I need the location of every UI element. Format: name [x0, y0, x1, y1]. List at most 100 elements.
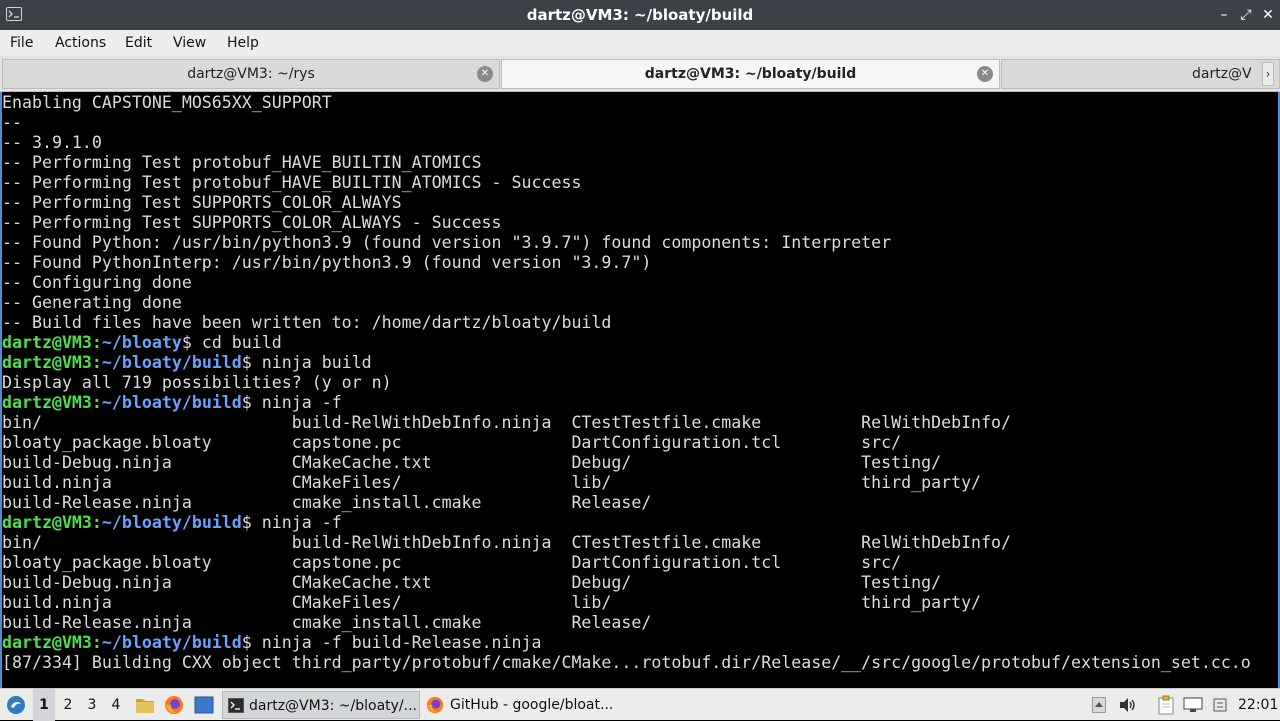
terminal-prompt-line: dartz@VM3:~/bloaty/build$ ninja -f — [2, 513, 1251, 533]
terminal-output: Enabling CAPSTONE_MOS65XX_SUPPORT -- -- 3.… — [2, 93, 1251, 673]
prompt-separator: : — [91, 633, 102, 652]
task-label: dartz@VM3: ~/bloaty/... — [249, 698, 417, 714]
terminal-line: -- Found PythonInterp: /usr/bin/python3.… — [2, 253, 652, 272]
prompt-command: $ cd build — [181, 333, 282, 352]
workspace-4[interactable]: 4 — [105, 689, 127, 721]
maximize-icon: ⤢ — [1240, 7, 1252, 23]
power-button[interactable] — [1212, 689, 1228, 721]
terminal-icon — [228, 698, 244, 713]
network-icon — [1183, 697, 1203, 712]
terminal-line: bloaty_package.bloaty capstone.pc DartCo… — [2, 553, 902, 572]
terminal-line: -- Configuring done — [2, 273, 192, 292]
task-firefox[interactable]: GitHub - google/bloat... — [423, 691, 623, 719]
tab-bloaty-build[interactable]: dartz@VM3: ~/bloaty/build ✕ — [501, 59, 1000, 89]
prompt-separator: : — [91, 353, 102, 372]
start-menu-button[interactable] — [4, 689, 28, 721]
terminal-line: -- Generating done — [2, 293, 182, 312]
prompt-command: $ ninja -f build-Release.ninja — [241, 633, 542, 652]
show-desktop-button[interactable] — [192, 689, 216, 721]
firefox-icon — [165, 696, 183, 714]
terminal-line: -- Performing Test protobuf_HAVE_BUILTIN… — [2, 153, 482, 172]
terminal-line: bin/ build-RelWithDebInfo.ninja CTestTes… — [2, 533, 1012, 552]
terminal-area[interactable]: Enabling CAPSTONE_MOS65XX_SUPPORT -- -- 3.… — [0, 92, 1280, 688]
terminal-line: -- Performing Test protobuf_HAVE_BUILTIN… — [2, 173, 582, 192]
terminal-line: [87/334] Building CXX object third_party… — [2, 653, 1251, 672]
tab-scroll-right-icon[interactable]: › — [1262, 62, 1274, 86]
firefox-launcher[interactable] — [163, 689, 185, 721]
task-terminal[interactable]: dartz@VM3: ~/bloaty/... — [222, 691, 420, 719]
workspace-3[interactable]: 3 — [81, 689, 103, 721]
prompt-user: dartz@VM3 — [2, 393, 92, 412]
prompt-user: dartz@VM3 — [2, 513, 92, 532]
file-manager-launcher[interactable] — [134, 689, 156, 721]
clock[interactable]: 22:01 — [1238, 689, 1278, 721]
terminal-line: bloaty_package.bloaty capstone.pc DartCo… — [2, 433, 902, 452]
terminal-line: build.ninja CMakeFiles/ lib/ third_party… — [2, 473, 982, 492]
prompt-path: ~/bloaty/build — [101, 353, 242, 372]
menu-file[interactable]: File — [10, 30, 33, 56]
terminal-prompt-line: dartz@VM3:~/bloaty/build$ ninja -f build… — [2, 633, 1251, 653]
prompt-path: ~/bloaty/build — [101, 633, 242, 652]
prompt-command: $ ninja build — [241, 353, 372, 372]
tab-bar: dartz@VM3: ~/rys ✕ dartz@VM3: ~/bloaty/b… — [0, 56, 1280, 92]
tab-label: dartz@VM3: ~/bloaty/build — [644, 66, 857, 82]
terminal-line: build-Debug.ninja CMakeCache.txt Debug/ … — [2, 453, 942, 472]
close-window-button[interactable]: ✕ — [1258, 5, 1278, 25]
tab-label: dartz@V — [1192, 66, 1252, 82]
minimize-button[interactable]: – — [1214, 5, 1234, 25]
prompt-separator: : — [91, 333, 102, 352]
menu-view[interactable]: View — [173, 30, 206, 56]
terminal-line: bin/ build-RelWithDebInfo.ninja CTestTes… — [2, 413, 1012, 432]
clipboard-button[interactable] — [1156, 689, 1176, 721]
firefox-icon — [426, 696, 444, 714]
menu-help[interactable]: Help — [227, 30, 259, 56]
terminal-line: -- Performing Test SUPPORTS_COLOR_ALWAYS… — [2, 213, 502, 232]
prompt-command: $ ninja -f — [241, 393, 342, 412]
close-tab-icon[interactable]: ✕ — [977, 66, 993, 82]
menu-bar: File Actions Edit View Help — [0, 30, 1280, 56]
prompt-path: ~/bloaty/build — [101, 513, 242, 532]
terminal-line: build-Release.ninja cmake_install.cmake … — [2, 493, 652, 512]
prompt-command: $ ninja -f — [241, 513, 342, 532]
terminal-line: build-Release.ninja cmake_install.cmake … — [2, 613, 652, 632]
prompt-user: dartz@VM3 — [2, 333, 92, 352]
maximize-button[interactable]: ⤢ — [1236, 5, 1256, 25]
minimize-icon: – — [1220, 7, 1228, 23]
terminal-prompt-line: dartz@VM3:~/bloaty/build$ ninja -f — [2, 393, 1251, 413]
prompt-separator: : — [91, 513, 102, 532]
tab-label: dartz@VM3: ~/rys — [187, 66, 315, 82]
terminal-line: Display all 719 possibilities? (y or n) — [2, 373, 392, 392]
terminal-line: -- 3.9.1.0 — [2, 133, 102, 152]
prompt-path: ~/bloaty/build — [101, 393, 242, 412]
tab-third[interactable]: dartz@V › — [1001, 59, 1280, 89]
close-tab-icon[interactable]: ✕ — [477, 66, 493, 82]
workspace-2[interactable]: 2 — [57, 689, 79, 721]
prompt-path: ~/bloaty — [101, 333, 182, 352]
terminal-prompt-line: dartz@VM3:~/bloaty/build$ ninja build — [2, 353, 1251, 373]
prompt-user: dartz@VM3 — [2, 353, 92, 372]
window-title: dartz@VM3: ~/bloaty/build — [526, 6, 754, 24]
tray-arrow-icon — [1092, 697, 1106, 713]
workspace-1[interactable]: 1 — [33, 689, 55, 721]
terminal-line: -- Build files have been written to: /ho… — [2, 313, 612, 332]
app-menu-icon — [7, 696, 25, 714]
volume-icon — [1120, 698, 1135, 712]
terminal-line: -- Performing Test SUPPORTS_COLOR_ALWAYS — [2, 193, 402, 212]
menu-actions[interactable]: Actions — [55, 30, 106, 56]
desktop-icon — [194, 696, 214, 714]
tab-rys[interactable]: dartz@VM3: ~/rys ✕ — [2, 59, 500, 89]
terminal-line: -- — [2, 113, 22, 132]
network-button[interactable] — [1182, 689, 1204, 721]
prompt-separator: : — [91, 393, 102, 412]
menu-edit[interactable]: Edit — [125, 30, 152, 56]
window-titlebar: dartz@VM3: ~/bloaty/build – ⤢ ✕ — [0, 0, 1280, 30]
terminal-prompt-line: dartz@VM3:~/bloaty$ cd build — [2, 333, 1251, 353]
terminal-line: build-Debug.ninja CMakeCache.txt Debug/ … — [2, 573, 942, 592]
folder-icon — [136, 699, 154, 713]
power-icon — [1213, 698, 1227, 712]
volume-button[interactable] — [1118, 689, 1138, 721]
tray-expand-button[interactable] — [1090, 689, 1108, 721]
prompt-user: dartz@VM3 — [2, 633, 92, 652]
clipboard-icon — [1158, 695, 1174, 715]
terminal-line: -- Found Python: /usr/bin/python3.9 (fou… — [2, 233, 892, 252]
